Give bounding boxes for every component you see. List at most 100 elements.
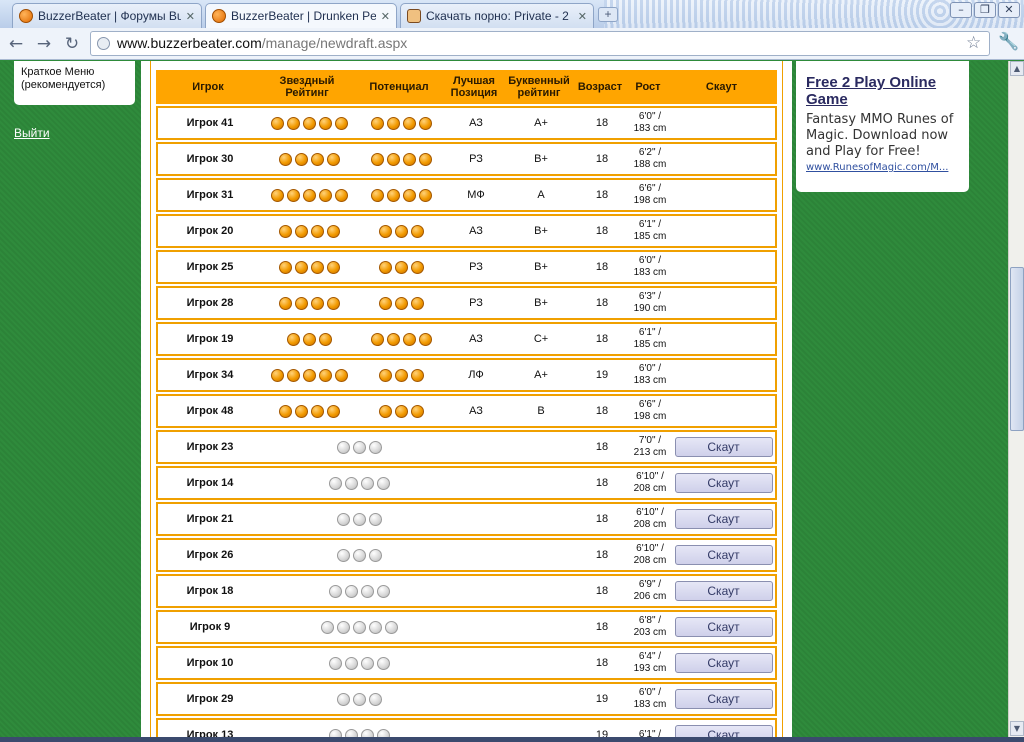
scout-button[interactable]: Скаут <box>674 509 773 529</box>
close-icon[interactable]: ✕ <box>381 10 390 23</box>
player-name[interactable]: Игрок 20 <box>158 225 262 237</box>
star-rating <box>262 692 576 706</box>
globe-icon <box>97 37 110 50</box>
player-name[interactable]: Игрок 41 <box>158 117 262 129</box>
scout-button[interactable]: Скаут <box>674 689 773 709</box>
grey-ball-icon <box>368 548 382 562</box>
scout-button[interactable]: Скаут <box>674 725 773 737</box>
scout-button[interactable]: Скаут <box>674 581 773 601</box>
header-age: Возраст <box>577 81 623 93</box>
restore-icon[interactable]: ❐ <box>974 2 996 18</box>
orange-ball-icon <box>410 224 424 238</box>
star-rating <box>262 728 576 737</box>
right-rail <box>782 61 783 737</box>
wrench-icon[interactable]: 🔧 <box>998 32 1019 52</box>
logout-link[interactable]: Выйти <box>14 126 50 140</box>
ad-title[interactable]: Free 2 Play Online Game <box>806 74 959 108</box>
player-name[interactable]: Игрок 14 <box>158 477 262 489</box>
player-name[interactable]: Игрок 13 <box>158 729 262 737</box>
orange-ball-icon <box>394 224 408 238</box>
star-rating <box>262 332 356 346</box>
orange-ball-icon <box>278 260 292 274</box>
best-position: РЗ <box>469 261 483 273</box>
grey-ball-icon <box>336 512 350 526</box>
orange-ball-icon <box>286 188 300 202</box>
back-arrow-icon[interactable]: ← <box>5 33 27 55</box>
player-name[interactable]: Игрок 10 <box>158 657 262 669</box>
orange-ball-icon <box>270 368 284 382</box>
table-row: Игрок 19 АЗ C+ 18 6'1" / 185 cm <box>156 322 777 356</box>
reload-icon[interactable]: ↻ <box>61 33 83 55</box>
scout-button[interactable]: Скаут <box>674 653 773 673</box>
tab-forums[interactable]: BuzzerBeater | Форумы Buzze ✕ <box>12 3 202 28</box>
scroll-thumb[interactable] <box>1010 267 1024 431</box>
best-position: АЗ <box>469 333 483 345</box>
potential-rating <box>356 260 446 274</box>
quick-menu-link[interactable]: Краткое Меню (рекомендуется) <box>21 66 128 92</box>
player-name[interactable]: Игрок 30 <box>158 153 262 165</box>
forward-arrow-icon[interactable]: → <box>33 33 55 55</box>
age: 19 <box>595 729 609 737</box>
taskbar-edge <box>0 737 1024 742</box>
header-position: Лучшая Позиция <box>450 75 498 99</box>
scout-cell: Скаут <box>672 473 775 493</box>
player-name[interactable]: Игрок 29 <box>158 693 262 705</box>
close-icon[interactable]: ✕ <box>186 10 195 23</box>
player-name[interactable]: Игрок 34 <box>158 369 262 381</box>
close-icon[interactable]: ✕ <box>578 10 587 23</box>
grey-ball-icon <box>384 620 398 634</box>
scout-button[interactable]: Скаут <box>674 437 773 457</box>
orange-ball-icon <box>394 296 408 310</box>
left-rail <box>150 61 151 737</box>
star-rating <box>262 404 356 418</box>
orange-ball-icon <box>294 152 308 166</box>
grey-ball-icon <box>336 620 350 634</box>
ad-box: Free 2 Play Online Game Fantasy MMO Rune… <box>796 61 969 192</box>
player-name[interactable]: Игрок 21 <box>158 513 262 525</box>
window-controls: – ❐ ✕ <box>950 2 1020 18</box>
height: 6'10" / 208 cm <box>633 507 667 530</box>
player-name[interactable]: Игрок 48 <box>158 405 262 417</box>
minimize-icon[interactable]: – <box>950 2 972 18</box>
height: 6'0" / 183 cm <box>633 687 667 710</box>
orange-ball-icon <box>326 260 340 274</box>
scout-cell: Скаут <box>672 725 775 737</box>
age: 18 <box>595 405 609 417</box>
ad-url[interactable]: www.RunesofMagic.com/M... <box>806 162 959 173</box>
player-name[interactable]: Игрок 19 <box>158 333 262 345</box>
scout-button[interactable]: Скаут <box>674 617 773 637</box>
scroll-up-arrow-icon[interactable]: ▲ <box>1010 61 1024 76</box>
orange-ball-icon <box>310 224 324 238</box>
star-rating <box>262 476 576 490</box>
player-name[interactable]: Игрок 28 <box>158 297 262 309</box>
vertical-scrollbar[interactable]: ▲ ▼ <box>1008 61 1024 737</box>
player-name[interactable]: Игрок 31 <box>158 189 262 201</box>
table-row: Игрок 21 18 6'10" / 208 cm Скаут <box>156 502 777 536</box>
star-rating <box>262 260 356 274</box>
player-name[interactable]: Игрок 9 <box>158 621 262 633</box>
best-position: АЗ <box>469 117 483 129</box>
tab-team[interactable]: BuzzerBeater | Drunken Peng ✕ <box>205 3 397 28</box>
table-row: Игрок 31 МФ A 18 6'6" / 198 cm <box>156 178 777 212</box>
address-bar[interactable]: www.buzzerbeater.com/manage/newdraft.asp… <box>90 31 990 56</box>
new-tab-button[interactable]: + <box>598 7 618 22</box>
height: 6'2" / 188 cm <box>633 147 667 170</box>
scout-button[interactable]: Скаут <box>674 473 773 493</box>
tab-third[interactable]: Скачать порно: Private - 2 F ✕ <box>400 3 594 28</box>
scout-cell: Скаут <box>672 545 775 565</box>
orange-ball-icon <box>270 116 284 130</box>
orange-ball-icon <box>286 368 300 382</box>
potential-rating <box>356 224 446 238</box>
scroll-down-arrow-icon[interactable]: ▼ <box>1010 721 1024 736</box>
player-name[interactable]: Игрок 25 <box>158 261 262 273</box>
close-window-icon[interactable]: ✕ <box>998 2 1020 18</box>
player-name[interactable]: Игрок 26 <box>158 549 262 561</box>
player-name[interactable]: Игрок 18 <box>158 585 262 597</box>
player-name[interactable]: Игрок 23 <box>158 441 262 453</box>
scout-button[interactable]: Скаут <box>674 545 773 565</box>
grey-ball-icon <box>376 728 390 737</box>
scout-cell: Скаут <box>672 581 775 601</box>
table-row: Игрок 29 19 6'0" / 183 cm Скаут <box>156 682 777 716</box>
height: 6'1" / 185 cm <box>633 327 667 350</box>
bookmark-star-icon[interactable]: ☆ <box>966 33 981 53</box>
